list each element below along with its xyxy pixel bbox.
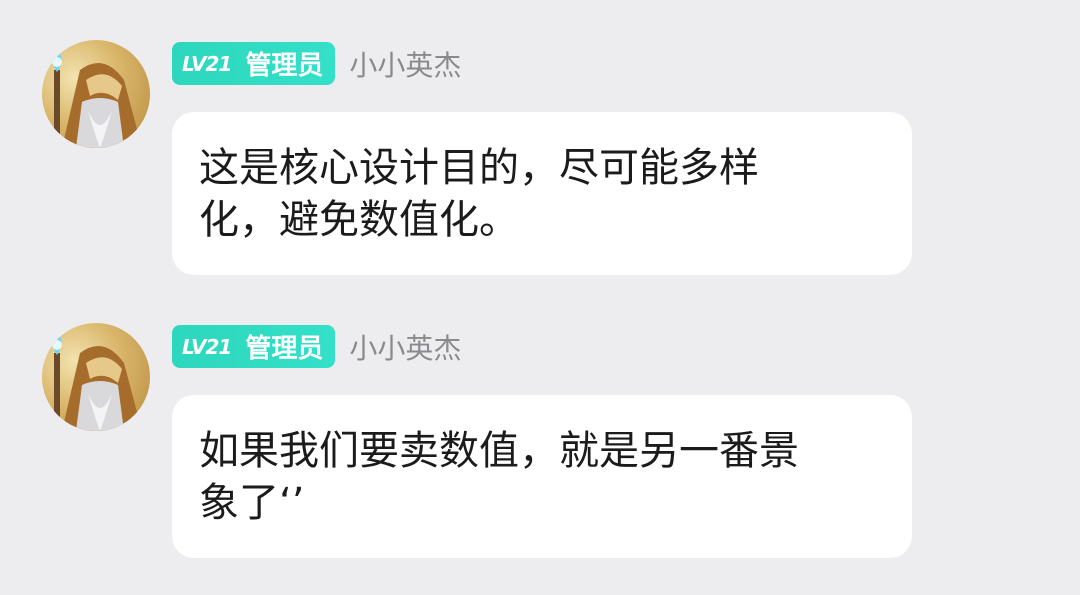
username[interactable]: 小小英杰: [349, 327, 461, 367]
user-avatar[interactable]: [42, 40, 150, 148]
message-text: 如果我们要卖数值，就是另一番景 象了‘’: [199, 428, 799, 526]
level-role-badge: LV21 管理员: [172, 325, 336, 368]
level-label: LV21: [182, 334, 232, 359]
message-text: 这是核心设计目的，尽可能多样 化，避免数值化。: [199, 145, 759, 243]
message-meta: LV21 管理员 小小英杰: [172, 325, 461, 368]
role-label: 管理员: [245, 334, 324, 364]
user-avatar[interactable]: [42, 323, 150, 431]
message-bubble[interactable]: 如果我们要卖数值，就是另一番景 象了‘’: [172, 395, 912, 558]
wizard-avatar-icon: [52, 48, 142, 148]
role-label: 管理员: [245, 51, 324, 81]
level-role-badge: LV21 管理员: [172, 42, 336, 85]
chat-message: LV21 管理员 小小英杰 如果我们要卖数值，就是另一番景 象了‘’: [0, 283, 1080, 563]
level-label: LV21: [182, 51, 232, 76]
message-meta: LV21 管理员 小小英杰: [172, 42, 461, 85]
wizard-avatar-icon: [52, 331, 142, 431]
message-bubble[interactable]: 这是核心设计目的，尽可能多样 化，避免数值化。: [172, 112, 912, 275]
username[interactable]: 小小英杰: [349, 44, 461, 84]
chat-message: LV21 管理员 小小英杰 这是核心设计目的，尽可能多样 化，避免数值化。: [0, 0, 1080, 280]
